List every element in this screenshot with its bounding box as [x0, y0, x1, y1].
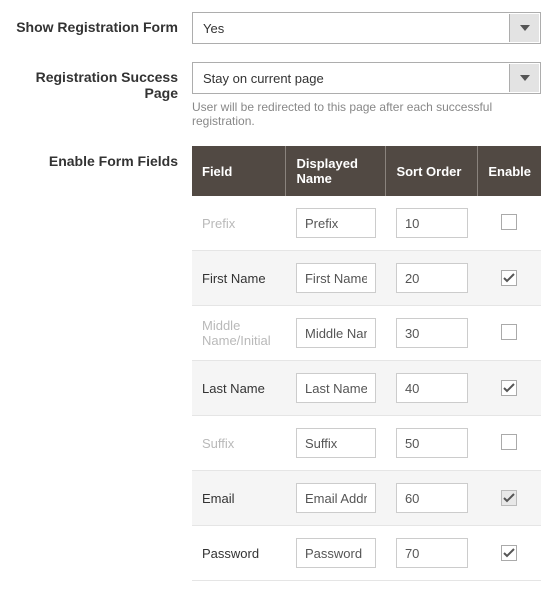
- table-row: Prefix: [192, 196, 541, 251]
- displayed-name-input[interactable]: [296, 538, 376, 568]
- show-registration-select[interactable]: Yes: [192, 12, 541, 44]
- sort-order-input[interactable]: [396, 373, 468, 403]
- displayed-name-cell: [286, 361, 386, 416]
- sort-order-cell: [386, 416, 478, 471]
- sort-order-cell: [386, 196, 478, 251]
- table-row: Suffix: [192, 416, 541, 471]
- show-registration-label: Show Registration Form: [14, 12, 192, 35]
- sort-order-cell: [386, 361, 478, 416]
- chevron-down-icon: [509, 14, 539, 42]
- sort-order-input[interactable]: [396, 263, 468, 293]
- enable-checkbox: [501, 490, 517, 506]
- column-field: Field: [192, 146, 286, 196]
- displayed-name-cell: [286, 471, 386, 526]
- enable-checkbox[interactable]: [501, 324, 517, 340]
- table-row: Password: [192, 526, 541, 581]
- enable-cell: [478, 526, 541, 581]
- displayed-name-input[interactable]: [296, 428, 376, 458]
- table-row: Last Name: [192, 361, 541, 416]
- displayed-name-cell: [286, 526, 386, 581]
- field-name-cell: First Name: [192, 251, 286, 306]
- sort-order-input[interactable]: [396, 538, 468, 568]
- field-name-cell: Password: [192, 526, 286, 581]
- sort-order-cell: [386, 251, 478, 306]
- sort-order-cell: [386, 471, 478, 526]
- displayed-name-input[interactable]: [296, 373, 376, 403]
- success-page-value: Stay on current page: [203, 71, 324, 86]
- table-row: Middle Name/Initial: [192, 306, 541, 361]
- sort-order-input[interactable]: [396, 208, 468, 238]
- sort-order-cell: [386, 526, 478, 581]
- enable-checkbox[interactable]: [501, 545, 517, 561]
- enable-cell: [478, 196, 541, 251]
- enable-checkbox[interactable]: [501, 270, 517, 286]
- field-name-cell: Middle Name/Initial: [192, 306, 286, 361]
- enable-cell: [478, 306, 541, 361]
- success-page-select[interactable]: Stay on current page: [192, 62, 541, 94]
- enable-cell: [478, 251, 541, 306]
- enable-checkbox[interactable]: [501, 434, 517, 450]
- enable-fields-label: Enable Form Fields: [14, 146, 192, 169]
- enable-cell: [478, 416, 541, 471]
- show-registration-value: Yes: [203, 21, 224, 36]
- column-enable: Enable: [478, 146, 541, 196]
- column-sort-order: Sort Order: [386, 146, 478, 196]
- enable-cell: [478, 471, 541, 526]
- table-row: Email: [192, 471, 541, 526]
- sort-order-input[interactable]: [396, 318, 468, 348]
- field-name-cell: Prefix: [192, 196, 286, 251]
- enable-checkbox[interactable]: [501, 380, 517, 396]
- displayed-name-cell: [286, 306, 386, 361]
- displayed-name-cell: [286, 251, 386, 306]
- table-row: First Name: [192, 251, 541, 306]
- column-displayed-name: Displayed Name: [286, 146, 386, 196]
- sort-order-cell: [386, 306, 478, 361]
- success-page-label: Registration Success Page: [14, 62, 192, 101]
- sort-order-input[interactable]: [396, 428, 468, 458]
- displayed-name-input[interactable]: [296, 483, 376, 513]
- field-name-cell: Suffix: [192, 416, 286, 471]
- displayed-name-cell: [286, 416, 386, 471]
- success-page-hint: User will be redirected to this page aft…: [192, 100, 541, 128]
- displayed-name-input[interactable]: [296, 208, 376, 238]
- displayed-name-input[interactable]: [296, 318, 376, 348]
- displayed-name-input[interactable]: [296, 263, 376, 293]
- field-name-cell: Email: [192, 471, 286, 526]
- field-name-cell: Last Name: [192, 361, 286, 416]
- enable-fields-table: Field Displayed Name Sort Order Enable P…: [192, 146, 541, 581]
- enable-checkbox[interactable]: [501, 214, 517, 230]
- chevron-down-icon: [509, 64, 539, 92]
- enable-cell: [478, 361, 541, 416]
- displayed-name-cell: [286, 196, 386, 251]
- sort-order-input[interactable]: [396, 483, 468, 513]
